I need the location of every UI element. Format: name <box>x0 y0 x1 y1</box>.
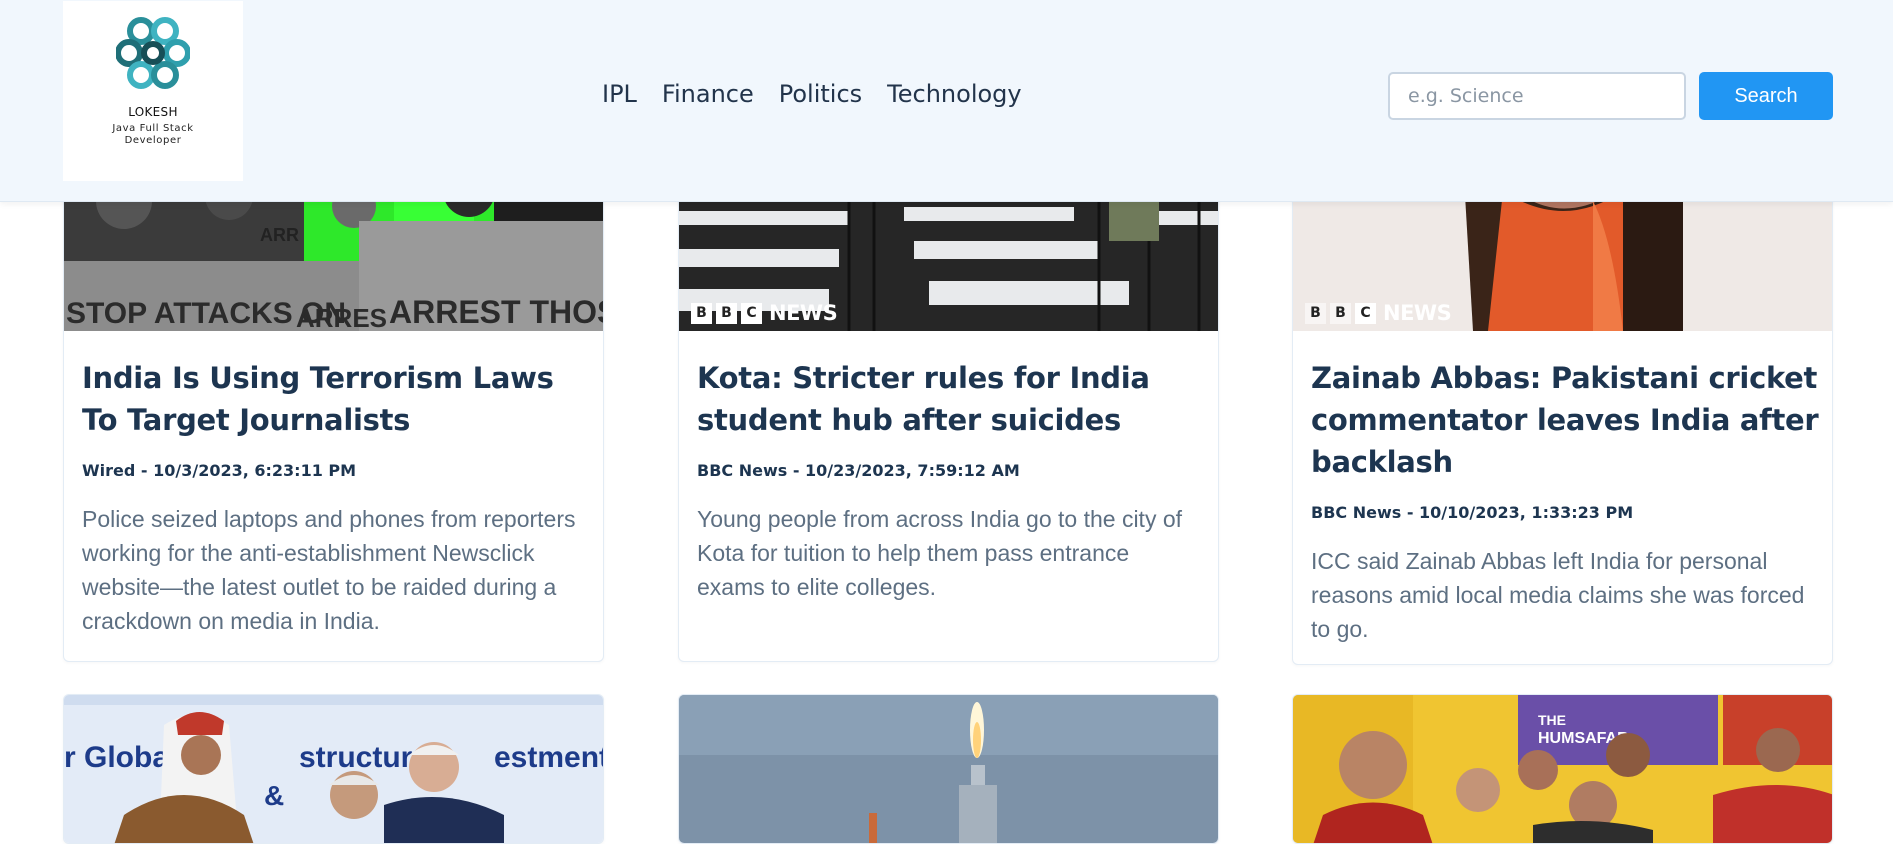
article-image[interactable]: r Global structure estment & <box>64 695 604 843</box>
article-description: ICC said Zainab Abbas left India for per… <box>1311 548 1805 642</box>
brand-tagline: Java Full Stack Developer <box>112 123 194 146</box>
article-image[interactable] <box>679 695 1218 843</box>
brand-name: LOKESH <box>128 105 178 119</box>
site-header: LOKESH Java Full Stack Developer IPL Fin… <box>0 0 1893 202</box>
bbc-news-badge-icon: B B C NEWS <box>691 301 838 325</box>
article-meta: BBC News - 10/10/2023, 1:33:23 PM <box>1311 503 1634 522</box>
article-card[interactable]: THE HUMSAFAR <box>1292 694 1833 844</box>
article-title[interactable]: Zainab Abbas: Pakistani cricket commenta… <box>1311 357 1821 483</box>
article-card[interactable] <box>678 694 1219 844</box>
category-nav: IPL Finance Politics Technology <box>602 80 1022 108</box>
article-description: Police seized laptops and phones from re… <box>82 506 576 634</box>
article-card[interactable]: r Global structure estment & <box>63 694 604 844</box>
sign-text-2: ARRES <box>296 303 387 331</box>
article-card[interactable]: B B C NEWS Kota: Stricter rules for Indi… <box>678 160 1219 662</box>
brand-logo[interactable]: LOKESH Java Full Stack Developer <box>63 1 243 181</box>
bbc-news-badge-icon: B B C NEWS <box>1305 301 1452 325</box>
nav-item-ipl[interactable]: IPL <box>602 80 637 108</box>
crowd-photo: THE HUMSAFAR <box>1293 695 1832 843</box>
article-title[interactable]: Kota: Stricter rules for India student h… <box>697 357 1197 441</box>
nav-item-politics[interactable]: Politics <box>779 80 862 108</box>
article-description: Young people from across India go to the… <box>697 506 1183 600</box>
sign-text-3: ARREST THOSE <box>389 294 604 330</box>
article-card[interactable]: B B C NEWS Zainab Abbas: Pakistani crick… <box>1292 160 1833 665</box>
article-image[interactable]: THE HUMSAFAR <box>1293 695 1832 843</box>
banner-text-4: & <box>264 780 284 811</box>
banner-text-1: r Global <box>64 741 177 774</box>
sign-text-4: ARR <box>260 225 299 245</box>
article-card[interactable]: STOP ATTACKS ON ARRES ARREST THOSE ARR I… <box>63 160 604 662</box>
search-button[interactable]: Search <box>1699 72 1833 120</box>
article-meta: BBC News - 10/23/2023, 7:59:12 AM <box>697 461 1020 480</box>
interlocking-rings-logo-icon <box>116 17 190 89</box>
summit-photo: r Global structure estment & <box>64 695 604 843</box>
banner-text-1: THE <box>1538 712 1566 728</box>
nav-item-technology[interactable]: Technology <box>887 80 1021 108</box>
article-title[interactable]: India Is Using Terrorism Laws To Target … <box>82 357 582 441</box>
banner-text-3: estment <box>494 741 604 774</box>
search-input[interactable] <box>1388 72 1686 120</box>
nav-item-finance[interactable]: Finance <box>662 80 754 108</box>
article-meta: Wired - 10/3/2023, 6:23:11 PM <box>82 461 357 480</box>
rocket-launch-photo <box>679 695 1218 843</box>
